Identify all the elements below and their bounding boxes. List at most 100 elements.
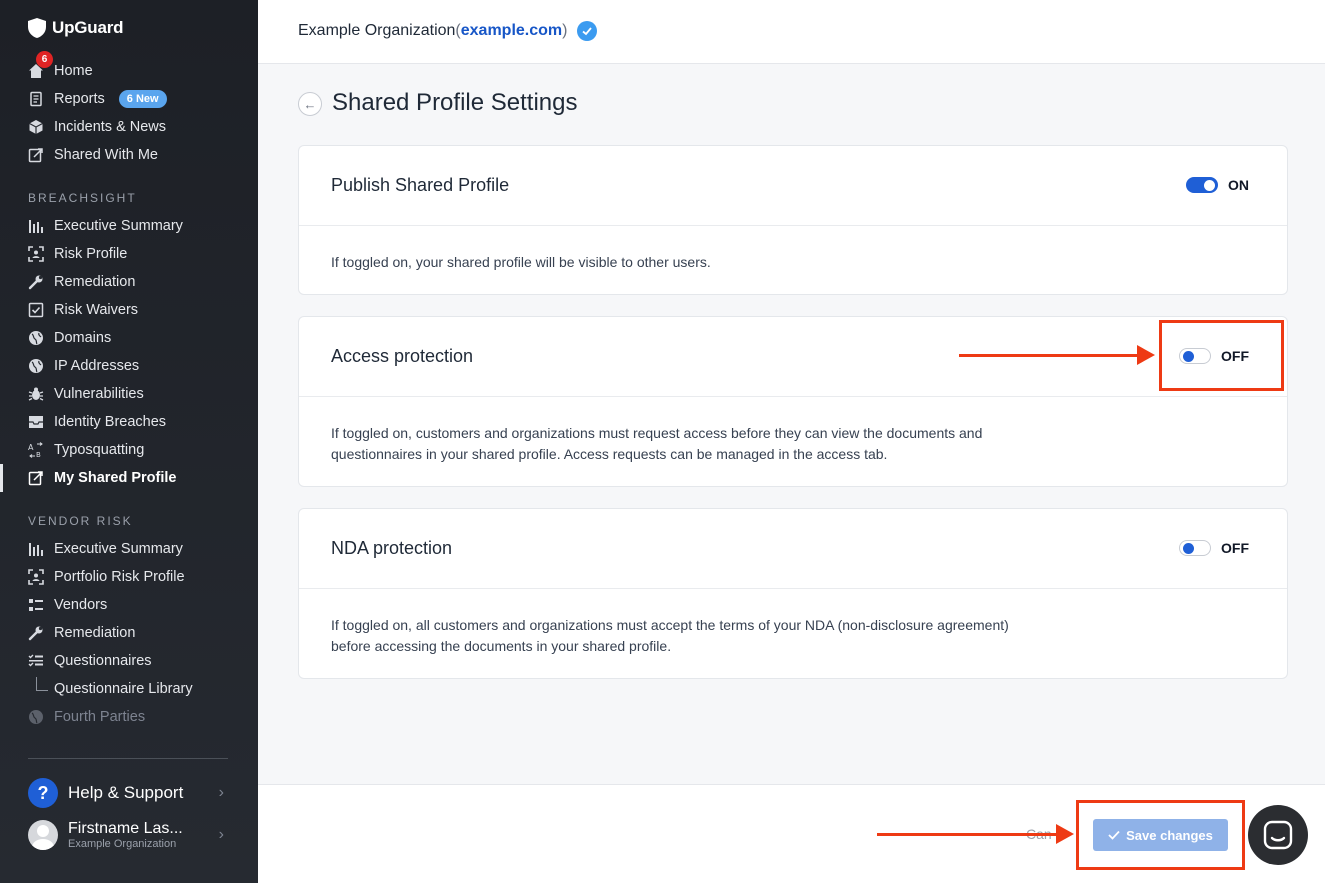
card-description: If toggled on, all customers and organiz…: [331, 617, 1009, 654]
publish-toggle[interactable]: ON: [1186, 177, 1249, 193]
card-header: Publish Shared Profile ON: [299, 146, 1287, 226]
sidebar-item-incidents-news[interactable]: Incidents & News: [28, 116, 166, 138]
share-icon: [28, 147, 44, 163]
sidebar-item-label: Vendors: [54, 597, 108, 613]
globe-icon: [28, 358, 44, 374]
top-header: Example Organization(example.com): [258, 0, 1325, 64]
card-nda-protection: NDA protection OFF If toggled on, all cu…: [298, 508, 1288, 679]
card-description: If toggled on, customers and organizatio…: [331, 425, 983, 462]
sidebar-item-domains[interactable]: Domains: [28, 327, 111, 349]
svg-text:B: B: [36, 451, 41, 458]
toggle-state-label: OFF: [1221, 540, 1249, 556]
list-icon: [28, 597, 44, 613]
sidebar-item-label: Remediation: [54, 625, 136, 641]
risk-profile-icon: [28, 246, 44, 262]
notification-badge: 6: [36, 51, 53, 68]
sidebar-item-label: Executive Summary: [54, 218, 183, 234]
org-domain-link[interactable]: example.com: [461, 22, 562, 40]
annotation-arrow: [959, 345, 1155, 365]
user-menu[interactable]: Firstname Las... Example Organization ›: [28, 820, 228, 850]
checklist-icon: [28, 653, 44, 669]
card-access-protection: Access protection OFF If toggled on, cus…: [298, 316, 1288, 487]
toggle-switch-on[interactable]: [1186, 177, 1218, 193]
sidebar-item-vendors[interactable]: Vendors: [28, 594, 107, 616]
sidebar-item-my-shared-profile[interactable]: My Shared Profile: [28, 467, 176, 489]
chat-icon: [1263, 820, 1293, 850]
sidebar-item-portfolio-risk-profile[interactable]: Portfolio Risk Profile: [28, 566, 185, 588]
nda-protection-toggle[interactable]: OFF: [1179, 540, 1249, 556]
sidebar-divider: [28, 758, 228, 759]
card-header: NDA protection OFF: [299, 509, 1287, 589]
sidebar-item-remediation[interactable]: Remediation: [28, 271, 135, 293]
avatar: [28, 820, 58, 850]
highlight-box: [1076, 800, 1245, 870]
wrench-icon: [28, 274, 44, 290]
org-name: Example Organization: [298, 22, 456, 39]
sidebar-item-label: Portfolio Risk Profile: [54, 569, 185, 585]
help-support-button[interactable]: ? Help & Support ›: [28, 778, 228, 808]
sidebar-item-risk-profile[interactable]: Risk Profile: [28, 243, 127, 265]
svg-text:A: A: [28, 443, 34, 452]
chevron-right-icon: ›: [218, 826, 224, 843]
toggle-state-label: ON: [1228, 177, 1249, 193]
inbox-icon: [28, 414, 44, 430]
checkbox-icon: [28, 302, 44, 318]
annotation-arrow: [877, 824, 1074, 844]
sidebar-item-reports[interactable]: Reports 6 New: [28, 88, 167, 110]
sidebar-item-label: Remediation: [54, 274, 136, 290]
sidebar-item-fourth-parties[interactable]: Fourth Parties: [28, 706, 145, 728]
sidebar-item-label: Vulnerabilities: [54, 386, 144, 402]
sidebar-item-questionnaires[interactable]: Questionnaires: [28, 650, 152, 672]
toggle-switch-off[interactable]: [1179, 540, 1211, 556]
sidebar-item-label: Executive Summary: [54, 541, 183, 557]
sidebar-item-label: Risk Profile: [54, 246, 128, 262]
chevron-right-icon: ›: [218, 784, 224, 801]
sidebar-item-ip-addresses[interactable]: IP Addresses: [28, 355, 139, 377]
sidebar-item-questionnaire-library[interactable]: Questionnaire Library: [54, 678, 193, 700]
sidebar-item-label: Risk Waivers: [54, 302, 139, 318]
sidebar-item-shared-with-me[interactable]: Shared With Me: [28, 144, 158, 166]
sidebar-item-label: Incidents & News: [54, 119, 167, 135]
back-button[interactable]: ←: [298, 92, 322, 116]
globe-icon: [28, 709, 44, 725]
help-icon: ?: [28, 778, 58, 808]
card-title: NDA protection: [331, 538, 453, 558]
share-icon: [28, 470, 44, 486]
user-org: Example Organization: [68, 837, 177, 850]
document-icon: [28, 91, 44, 107]
cube-icon: [28, 119, 44, 135]
active-indicator: [0, 464, 3, 492]
card-description: If toggled on, your shared profile will …: [331, 254, 711, 270]
tree-connector: [36, 677, 48, 691]
help-label: Help & Support: [68, 783, 184, 802]
close-paren: ): [562, 22, 568, 39]
card-title: Publish Shared Profile: [331, 175, 510, 195]
sidebar-item-label: Questionnaire Library: [54, 681, 193, 697]
sidebar-item-label: IP Addresses: [54, 358, 140, 374]
logo-text: UpGuard: [52, 18, 124, 37]
page-title: Shared Profile Settings: [332, 89, 578, 116]
sidebar-item-vulnerabilities[interactable]: Vulnerabilities: [28, 383, 144, 405]
org-title: Example Organization(example.com): [298, 21, 598, 41]
new-reports-badge: 6 New: [118, 90, 167, 108]
typosquat-icon: AB: [28, 442, 44, 458]
sidebar-item-identity-breaches[interactable]: Identity Breaches: [28, 411, 166, 433]
sidebar-item-typosquatting[interactable]: AB Typosquatting: [28, 439, 144, 461]
sidebar-item-vendor-executive-summary[interactable]: Executive Summary: [28, 538, 183, 560]
sidebar-item-executive-summary[interactable]: Executive Summary: [28, 215, 183, 237]
verified-check-icon: [577, 21, 598, 41]
sidebar-item-vendor-remediation[interactable]: Remediation: [28, 622, 135, 644]
sidebar-item-risk-waivers[interactable]: Risk Waivers: [28, 299, 138, 321]
bug-icon: [28, 386, 44, 402]
chat-launcher-button[interactable]: [1248, 805, 1308, 865]
globe-icon: [28, 330, 44, 346]
sidebar: UpGuard Home 6 Reports 6 New Incidents &…: [0, 0, 258, 883]
sidebar-item-label: Questionnaires: [54, 653, 152, 669]
sidebar-item-label: Home: [54, 63, 93, 79]
sidebar-item-label: Shared With Me: [54, 147, 158, 163]
section-label-vendor-risk: VENDOR RISK: [28, 514, 133, 528]
section-label-breachsight: BREACHSIGHT: [28, 191, 137, 205]
upguard-logo[interactable]: UpGuard: [28, 18, 124, 38]
sidebar-item-label: Identity Breaches: [54, 414, 167, 430]
sidebar-item-label: Domains: [54, 330, 112, 346]
